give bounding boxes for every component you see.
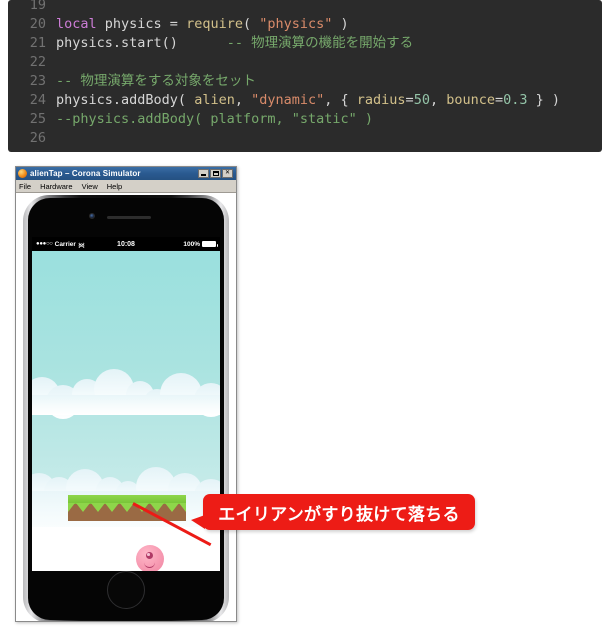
platform-sprite[interactable]: [68, 495, 186, 521]
signal-strength-icon: ●●●○○: [36, 241, 53, 247]
token-paren-close: ): [332, 16, 349, 32]
token-comment: --physics.addBody( platform, "static" ): [56, 111, 373, 127]
token-number: 50: [413, 92, 430, 108]
callout-tail: [191, 515, 205, 529]
code-snippet-panel: 19 20 local physics = require( "physics"…: [8, 0, 602, 152]
annotation-callout: エイリアンがすり抜けて落ちる: [191, 494, 475, 530]
line-number: 19: [29, 0, 46, 13]
cloud-band-upper: [32, 369, 220, 419]
token-operator: =: [405, 92, 414, 108]
home-button[interactable]: [107, 571, 145, 609]
code-line: 20 local physics = require( "physics" ): [8, 15, 602, 34]
callout-label: エイリアンがすり抜けて落ちる: [218, 504, 460, 525]
code-line-text: -- 物理演算をする対象をセット: [56, 72, 256, 91]
code-line: 24 physics.addBody( alien, "dynamic", { …: [8, 91, 602, 110]
menu-item-help[interactable]: Help: [107, 182, 122, 191]
token-comment: -- 物理演算をする対象をセット: [56, 73, 256, 89]
alien-eye: [146, 552, 153, 559]
token-paren-open: (: [242, 16, 260, 32]
token-keyword: local: [56, 16, 97, 32]
menu-item-view[interactable]: View: [82, 182, 98, 191]
token-key: bounce: [446, 92, 495, 108]
token-key: radius: [356, 92, 406, 108]
line-number: 24: [29, 92, 46, 108]
token-operator: =: [495, 92, 504, 108]
code-line: 23 -- 物理演算をする対象をセット: [8, 72, 602, 91]
earpiece-speaker-icon: [107, 216, 151, 219]
line-number: 26: [29, 130, 46, 146]
code-line-text: physics.addBody( alien, "dynamic", { rad…: [56, 91, 560, 110]
corona-app-icon: [18, 169, 27, 178]
menu-item-hardware[interactable]: Hardware: [40, 182, 73, 191]
platform-zigzag-edge: [68, 503, 186, 512]
line-number: 21: [29, 35, 46, 51]
window-title: alienTap – Corona Simulator: [30, 169, 141, 178]
code-line-text: --physics.addBody( platform, "static" ): [56, 110, 373, 129]
status-bar: ●●●○○ Carrier ᯼ 10:08 100%: [32, 237, 220, 251]
code-line: 26: [8, 129, 602, 148]
token-function: require: [186, 16, 243, 32]
close-button[interactable]: ✕: [222, 169, 233, 178]
front-camera-icon: [89, 213, 95, 219]
code-line-text: physics.start() -- 物理演算の機能を開始する: [56, 34, 413, 53]
clock-label: 10:08: [117, 240, 135, 248]
token-comma: , {: [324, 92, 357, 108]
token-string: "physics": [259, 16, 333, 32]
status-bar-right: 100%: [135, 240, 218, 248]
token-call: physics.start(): [56, 35, 178, 51]
token-comma: ,: [234, 92, 252, 108]
line-number: 22: [29, 54, 46, 70]
code-line: 21 physics.start() -- 物理演算の機能を開始する: [8, 34, 602, 53]
token-function: physics.addBody: [56, 92, 178, 108]
token-argument: alien: [194, 92, 235, 108]
alien-sprite[interactable]: [136, 545, 164, 571]
corona-simulator-window[interactable]: alienTap – Corona Simulator ✕ File Hardw…: [15, 166, 237, 622]
code-line: 22: [8, 53, 602, 72]
token-paren-open: (: [177, 92, 195, 108]
status-bar-left: ●●●○○ Carrier ᯼: [36, 240, 117, 249]
token-brace-close: } ): [527, 92, 561, 108]
battery-full-icon: [202, 241, 218, 247]
token-string: "dynamic": [251, 92, 325, 108]
token-operator: =: [169, 16, 187, 32]
code-line-text: local physics = require( "physics" ): [56, 15, 349, 34]
window-titlebar[interactable]: alienTap – Corona Simulator ✕: [16, 167, 236, 180]
token-gap: [178, 35, 227, 51]
menu-item-file[interactable]: File: [19, 182, 31, 191]
iphone-frame: ●●●○○ Carrier ᯼ 10:08 100%: [23, 195, 229, 621]
simulator-viewport: ●●●○○ Carrier ᯼ 10:08 100%: [16, 193, 236, 621]
token-variable: physics: [96, 16, 170, 32]
code-line: 25 --physics.addBody( platform, "static"…: [8, 110, 602, 129]
code-line: 19: [8, 0, 602, 15]
token-comma: ,: [429, 92, 447, 108]
line-number: 20: [29, 16, 46, 32]
line-number: 25: [29, 111, 46, 127]
token-number: 0.3: [503, 92, 528, 108]
minimize-button[interactable]: [198, 169, 209, 178]
menu-bar: File Hardware View Help: [16, 180, 236, 193]
wifi-icon: ᯼: [77, 241, 85, 249]
maximize-button[interactable]: [210, 169, 221, 178]
window-controls: ✕: [198, 169, 234, 178]
carrier-label: Carrier: [54, 240, 76, 248]
token-comment: -- 物理演算の機能を開始する: [226, 35, 414, 51]
battery-percent-label: 100%: [183, 240, 200, 248]
alien-mouth: [144, 561, 155, 568]
line-number: 23: [29, 73, 46, 89]
